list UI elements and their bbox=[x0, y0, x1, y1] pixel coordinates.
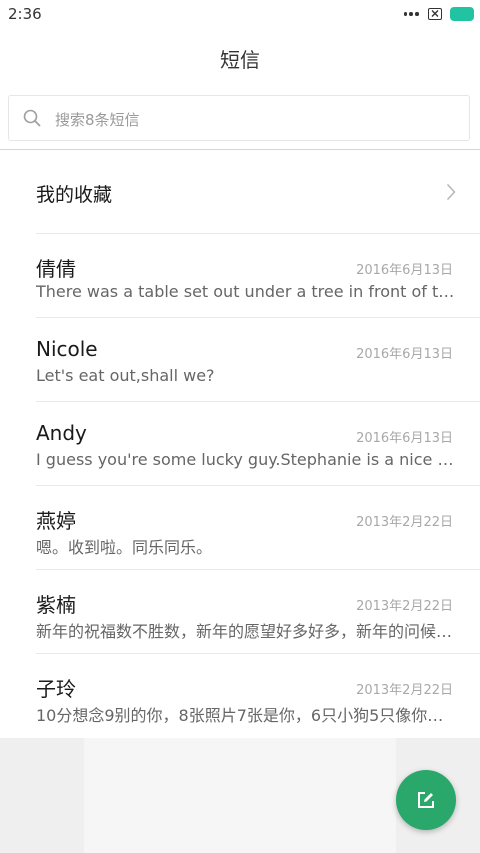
contact-name: 子玲 bbox=[36, 677, 76, 701]
status-bar: 2:36 bbox=[0, 0, 480, 30]
conversation-item[interactable]: Nicole 2016年6月13日 Let's eat out,shall we… bbox=[0, 318, 480, 402]
battery-icon bbox=[450, 7, 474, 21]
favorites-label: 我的收藏 bbox=[36, 184, 113, 206]
message-preview: Let's eat out,shall we? bbox=[36, 366, 215, 385]
compose-button[interactable] bbox=[396, 770, 456, 830]
compose-icon bbox=[418, 792, 434, 808]
message-preview: 10分想念9别的你，8张照片7张是你，6只小狗5只像你，4... bbox=[36, 706, 456, 725]
message-date: 2013年2月22日 bbox=[356, 683, 453, 698]
page-title: 短信 bbox=[220, 48, 260, 72]
conversation-item[interactable]: 紫楠 2013年2月22日 新年的祝福数不胜数，新年的愿望好多好多，新年的问候送… bbox=[0, 570, 480, 654]
conversation-item[interactable]: 子玲 2013年2月22日 10分想念9别的你，8张照片7张是你，6只小狗5只像… bbox=[0, 654, 480, 738]
search-placeholder: 搜索8条短信 bbox=[55, 111, 140, 129]
message-date: 2013年2月22日 bbox=[356, 599, 453, 614]
sim-off-icon bbox=[428, 8, 442, 20]
conversation-item[interactable]: Andy 2016年6月13日 I guess you're some luck… bbox=[0, 402, 480, 486]
status-time: 2:36 bbox=[8, 5, 42, 23]
contact-name: 倩倩 bbox=[36, 257, 76, 281]
message-preview: I guess you're some lucky guy.Stephanie … bbox=[36, 450, 456, 469]
message-preview: There was a table set out under a tree i… bbox=[36, 282, 456, 301]
search-input[interactable]: 搜索8条短信 bbox=[8, 95, 470, 141]
conversation-item[interactable]: 倩倩 2016年6月13日 There was a table set out … bbox=[0, 234, 480, 318]
message-preview: 新年的祝福数不胜数，新年的愿望好多好多，新年的问候送给你... bbox=[36, 622, 456, 641]
chevron-right-icon bbox=[446, 183, 456, 201]
search-icon bbox=[23, 109, 41, 127]
message-date: 2016年6月13日 bbox=[356, 431, 453, 446]
message-date: 2016年6月13日 bbox=[356, 263, 453, 278]
message-date: 2016年6月13日 bbox=[356, 347, 453, 362]
contact-name: 紫楠 bbox=[36, 593, 76, 617]
conversation-item[interactable]: 燕婷 2013年2月22日 嗯。收到啦。同乐同乐。 bbox=[0, 486, 480, 570]
contact-name: 燕婷 bbox=[36, 509, 76, 533]
message-preview: 嗯。收到啦。同乐同乐。 bbox=[36, 538, 213, 557]
contact-name: Nicole bbox=[36, 337, 98, 361]
contact-name: Andy bbox=[36, 421, 87, 445]
more-dots-icon bbox=[402, 12, 420, 16]
message-date: 2013年2月22日 bbox=[356, 515, 453, 530]
favorites-row[interactable]: 我的收藏 bbox=[0, 150, 480, 234]
status-icons bbox=[402, 6, 474, 22]
